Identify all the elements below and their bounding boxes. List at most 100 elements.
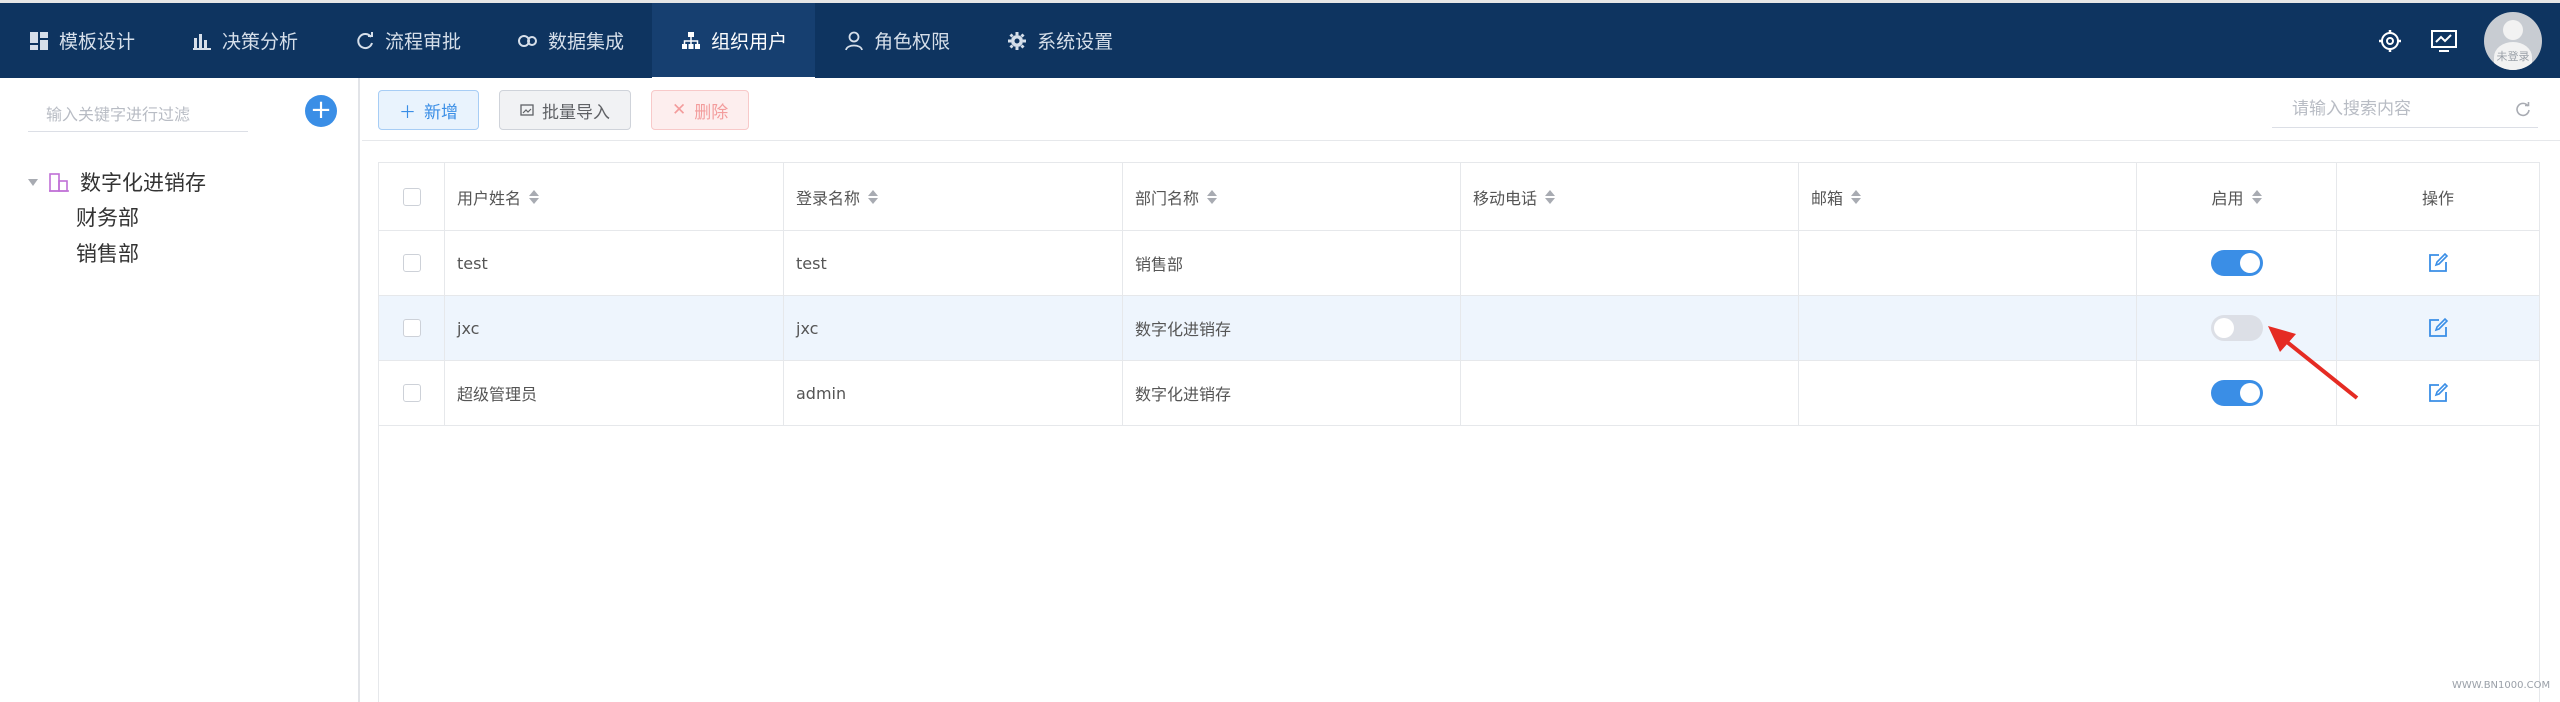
enabled-cell	[2137, 231, 2337, 295]
monitor-chart-icon[interactable]	[2430, 27, 2458, 55]
nav-label: 决策分析	[222, 31, 299, 53]
sort-icon[interactable]	[529, 189, 540, 204]
row-select-cell	[379, 296, 445, 360]
tree-filter-input[interactable]	[28, 98, 248, 130]
row-checkbox[interactable]	[402, 384, 421, 402]
plus-icon: ＋	[399, 102, 416, 123]
sort-icon[interactable]	[2251, 189, 2262, 204]
nav-label: 流程审批	[385, 31, 462, 53]
table-row[interactable]: jxc jxc 数字化进销存	[379, 296, 2539, 361]
header-label: 操作	[2421, 188, 2454, 208]
header-cell[interactable]: 用户姓名	[445, 163, 784, 230]
user-avatar[interactable]: 未登录	[2484, 11, 2542, 70]
org-chart-icon	[680, 30, 702, 52]
edit-icon[interactable]	[2427, 317, 2449, 339]
toolbar-divider	[362, 140, 2560, 141]
actions-cell	[2337, 361, 2539, 425]
org-tree: 数字化进销存 财务部 销售部	[28, 164, 206, 272]
header-label: 移动电话	[1473, 188, 1538, 208]
edit-icon[interactable]	[2427, 382, 2449, 404]
email-cell	[1799, 361, 2137, 425]
user-name-cell: jxc	[445, 296, 784, 360]
tree-node-root[interactable]: 数字化进销存	[28, 164, 206, 200]
table-header-row: 用户姓名 登录名称 部门名称 移动电话 邮箱 启用 操作	[379, 163, 2539, 231]
department-cell: 销售部	[1123, 231, 1461, 295]
header-label: 登录名称	[796, 188, 861, 208]
nav-item-decision-analysis[interactable]: 决策分析	[163, 3, 326, 78]
header-cell[interactable]: 部门名称	[1123, 163, 1461, 230]
table-row[interactable]: 超级管理员 admin 数字化进销存	[379, 361, 2539, 426]
tree-node-finance[interactable]: 财务部	[28, 200, 206, 236]
caret-down-icon[interactable]	[28, 178, 38, 186]
email-cell	[1799, 231, 2137, 295]
select-all-checkbox[interactable]	[402, 187, 421, 206]
row-checkbox[interactable]	[402, 254, 421, 272]
header-select-cell	[379, 163, 445, 230]
enabled-cell	[2137, 296, 2337, 360]
actions-cell	[2337, 231, 2539, 295]
enabled-toggle[interactable]	[2210, 315, 2263, 341]
tree-node-label: 数字化进销存	[80, 171, 206, 195]
toggle-knob	[2213, 318, 2234, 338]
gear-icon	[1006, 30, 1028, 52]
email-cell	[1799, 296, 2137, 360]
tree-node-sales[interactable]: 销售部	[28, 236, 206, 272]
nav-label: 组织用户	[711, 31, 788, 53]
nav-label: 数据集成	[548, 31, 625, 53]
table-search-input[interactable]	[2272, 92, 2538, 126]
sort-icon[interactable]	[1207, 189, 1218, 204]
sort-icon[interactable]	[868, 189, 879, 204]
main-nav: 模板设计 决策分析 流程审批 数据集成 组织用户 角色权限 系统设置	[0, 3, 1141, 81]
link-icon	[517, 30, 539, 52]
row-checkbox[interactable]	[402, 319, 421, 337]
nav-item-process-approval[interactable]: 流程审批	[326, 3, 489, 78]
refresh-icon[interactable]	[2514, 100, 2532, 118]
table-search-field	[2272, 92, 2538, 128]
header-cell[interactable]: 登录名称	[784, 163, 1123, 230]
delete-button[interactable]: ✕ 删除	[651, 90, 750, 130]
building-icon	[49, 173, 69, 192]
nav-item-role-permissions[interactable]: 角色权限	[815, 3, 978, 78]
header-label: 用户姓名	[457, 188, 522, 208]
action-toolbar: ＋ 新增 批量导入 ✕ 删除	[378, 90, 750, 130]
login-name-cell: test	[784, 231, 1123, 295]
enabled-toggle[interactable]	[2210, 380, 2263, 406]
header-cell[interactable]: 启用	[2137, 163, 2337, 230]
nav-item-org-users[interactable]: 组织用户	[652, 3, 816, 81]
header-cell[interactable]: 移动电话	[1461, 163, 1799, 230]
header-label: 部门名称	[1135, 188, 1200, 208]
department-cell: 数字化进销存	[1123, 361, 1461, 425]
image-import-icon	[520, 104, 534, 116]
table-row[interactable]: test test 销售部	[379, 231, 2539, 296]
add-department-button[interactable]: +	[305, 95, 337, 127]
nav-item-data-integration[interactable]: 数据集成	[489, 3, 652, 78]
nav-label: 角色权限	[874, 31, 951, 53]
header-cell[interactable]: 邮箱	[1799, 163, 2137, 230]
button-label: 删除	[694, 102, 729, 123]
close-icon: ✕	[672, 100, 687, 120]
settings-icon[interactable]	[2376, 27, 2404, 55]
tree-filter-field	[28, 98, 248, 132]
login-name-cell: admin	[784, 361, 1123, 425]
phone-cell	[1461, 231, 1799, 295]
avatar-head-shape	[2503, 19, 2523, 40]
bar-chart-icon	[191, 30, 213, 52]
nav-item-template-design[interactable]: 模板设计	[0, 3, 163, 78]
user-table: 用户姓名 登录名称 部门名称 移动电话 邮箱 启用 操作 test test 销…	[378, 162, 2540, 702]
sort-icon[interactable]	[1851, 189, 1862, 204]
button-label: 批量导入	[542, 102, 610, 123]
row-select-cell	[379, 361, 445, 425]
nav-label: 模板设计	[59, 31, 136, 53]
nav-item-system-settings[interactable]: 系统设置	[978, 3, 1141, 78]
enabled-toggle[interactable]	[2210, 250, 2263, 276]
phone-cell	[1461, 296, 1799, 360]
phone-cell	[1461, 361, 1799, 425]
top-right-actions: 未登录	[2376, 3, 2542, 78]
add-user-button[interactable]: ＋ 新增	[378, 90, 479, 130]
top-navbar: 模板设计 决策分析 流程审批 数据集成 组织用户 角色权限 系统设置 未登录	[0, 0, 2560, 81]
header-label: 邮箱	[1811, 188, 1844, 208]
edit-icon[interactable]	[2427, 252, 2449, 274]
batch-import-button[interactable]: 批量导入	[499, 90, 631, 130]
sort-icon[interactable]	[1545, 189, 1556, 204]
dashboard-icon	[28, 30, 50, 52]
